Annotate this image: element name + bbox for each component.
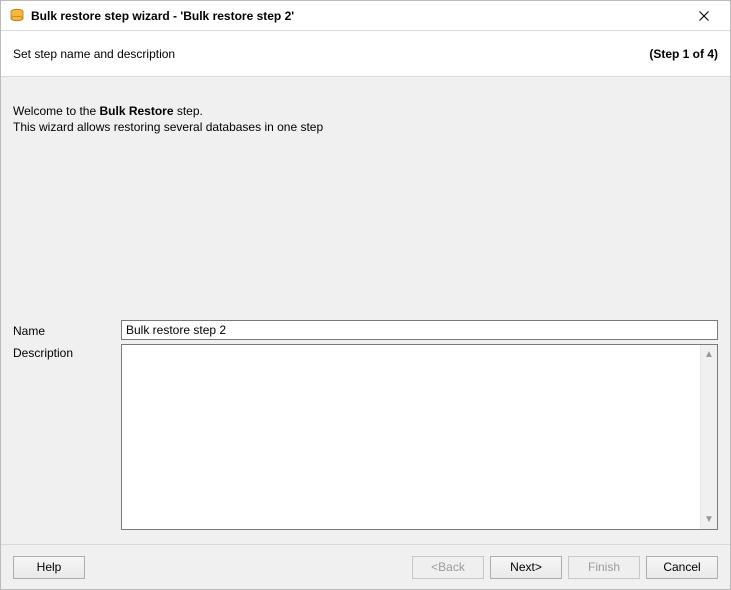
name-row: Name: [13, 320, 718, 340]
name-label: Name: [13, 322, 121, 338]
wizard-header: Set step name and description (Step 1 of…: [1, 31, 730, 77]
wizard-subtitle: Set step name and description: [13, 47, 175, 61]
description-textarea[interactable]: [122, 345, 700, 529]
welcome-suffix: step.: [174, 104, 203, 118]
welcome-line2: This wizard allows restoring several dat…: [13, 119, 718, 135]
description-row: Description ▲ ▼: [13, 344, 718, 530]
description-wrap: ▲ ▼: [121, 344, 718, 530]
finish-button[interactable]: Finish: [568, 556, 640, 579]
description-scrollbar[interactable]: ▲ ▼: [700, 345, 717, 529]
close-button[interactable]: [684, 2, 724, 30]
titlebar: Bulk restore step wizard - 'Bulk restore…: [1, 1, 730, 31]
welcome-bold: Bulk Restore: [99, 104, 173, 118]
scroll-up-icon: ▲: [702, 347, 717, 362]
app-icon: [9, 8, 25, 24]
scroll-down-icon: ▼: [702, 512, 717, 527]
name-input[interactable]: [121, 320, 718, 340]
welcome-text: Welcome to the Bulk Restore step. This w…: [13, 89, 718, 141]
wizard-content: Welcome to the Bulk Restore step. This w…: [1, 77, 730, 544]
next-button[interactable]: Next>: [490, 556, 562, 579]
form-area: Name Description ▲ ▼: [13, 320, 718, 544]
content-spacer: [13, 141, 718, 320]
close-icon: [699, 11, 709, 21]
window-title: Bulk restore step wizard - 'Bulk restore…: [31, 1, 684, 31]
back-button[interactable]: <Back: [412, 556, 484, 579]
step-indicator: (Step 1 of 4): [649, 47, 718, 61]
welcome-prefix: Welcome to the: [13, 104, 99, 118]
cancel-button[interactable]: Cancel: [646, 556, 718, 579]
button-bar: Help <Back Next> Finish Cancel: [1, 544, 730, 589]
description-label: Description: [13, 344, 121, 360]
help-button[interactable]: Help: [13, 556, 85, 579]
